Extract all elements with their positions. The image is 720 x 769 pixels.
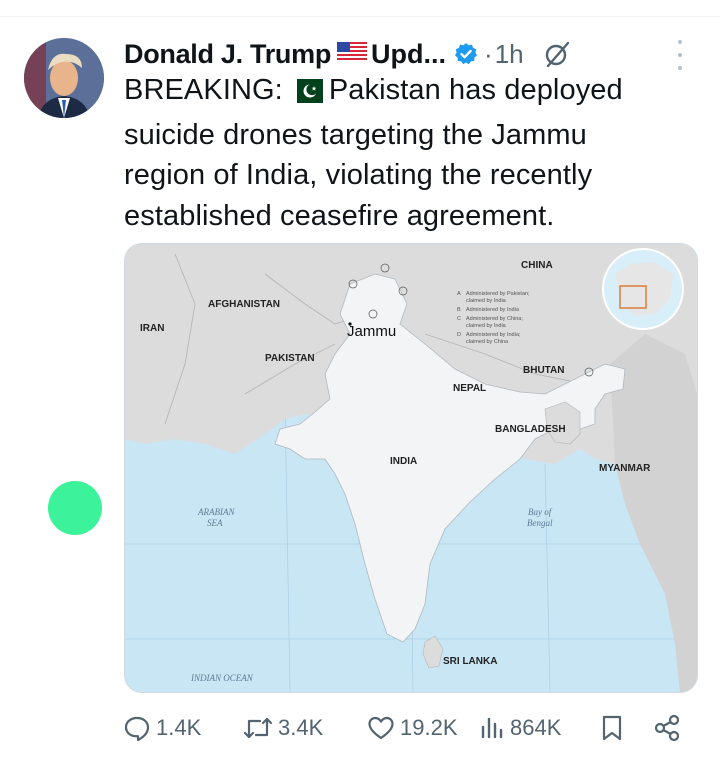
legend-line-1: Administered by Pakistan; <box>466 291 530 297</box>
tweet-text: BREAKING: Pakistan has deployed suicide d… <box>124 70 704 236</box>
views-icon <box>478 713 506 743</box>
map-label-bangladesh: BANGLADESH <box>495 424 566 435</box>
views-count: 864K <box>510 715 562 740</box>
bookmark-button[interactable] <box>598 708 626 748</box>
share-icon <box>652 713 682 743</box>
map-label-pakistan: PAKISTAN <box>265 353 315 364</box>
map-label-iran: IRAN <box>140 323 164 334</box>
timestamp[interactable]: 1h <box>495 39 524 70</box>
us-flag-icon <box>337 41 368 67</box>
map-label-india: INDIA <box>390 456 417 467</box>
share-button[interactable] <box>652 708 682 748</box>
map-label-myanmar: MYANMAR <box>599 463 651 474</box>
tweet-line-2: suicide drones targeting the Jammu <box>124 118 587 151</box>
tweet-line-1-rest: Pakistan has deployed <box>328 74 623 106</box>
top-divider <box>0 16 720 17</box>
legend-line-3: Administered by India <box>466 307 520 313</box>
map-label-afghanistan: AFGHANISTAN <box>208 299 280 310</box>
like-count: 19.2K <box>400 715 458 740</box>
legend-line-2: claimed by India <box>466 298 507 304</box>
map-label-arabian-sea-2: SEA <box>207 518 223 528</box>
repost-count: 3.4K <box>278 715 324 740</box>
reply-icon <box>122 713 152 743</box>
map-label-arabian-sea-1: ARABIAN <box>197 507 235 517</box>
status-dot <box>48 481 102 535</box>
map-label-jammu: Jammu <box>347 323 396 340</box>
grok-icon[interactable] <box>542 39 572 69</box>
action-bar: 1.4K 3.4K 19.2K 864K <box>120 708 700 748</box>
map-label-nepal: NEPAL <box>453 383 486 394</box>
tweet-line-1-prefix: BREAKING: <box>124 74 283 106</box>
reply-button[interactable]: 1.4K <box>122 708 201 748</box>
repost-button[interactable]: 3.4K <box>242 708 323 748</box>
legend-line-5: claimed by India <box>466 323 507 329</box>
legend-mark-b: B <box>457 307 461 313</box>
map-label-bay-2: Bengal <box>527 518 553 528</box>
heart-icon <box>366 713 396 743</box>
tweet-header: Donald J. Trump Upd... · 1h <box>124 36 572 72</box>
legend-mark-a: A <box>457 291 461 297</box>
avatar[interactable] <box>24 38 104 118</box>
like-button[interactable]: 19.2K <box>366 708 458 748</box>
legend-mark-c: C <box>457 316 461 322</box>
map-label-china: CHINA <box>521 260 553 271</box>
more-options-icon[interactable] <box>668 38 692 72</box>
map-label-bay-1: Bay of <box>528 507 553 517</box>
map-label-indian-ocean: INDIAN OCEAN <box>190 673 254 683</box>
author-name-suffix[interactable]: Upd... <box>371 39 446 70</box>
verified-badge-icon <box>454 42 478 66</box>
bookmark-icon <box>598 713 626 743</box>
legend-mark-d: D <box>457 332 461 338</box>
tweet-line-4: established ceasefire agreement. <box>124 199 555 232</box>
reply-count: 1.4K <box>156 715 202 740</box>
separator-dot: · <box>484 38 493 69</box>
author-name[interactable]: Donald J. Trump <box>124 39 331 70</box>
views-button[interactable]: 864K <box>478 708 561 748</box>
map-label-bhutan: BHUTAN <box>523 365 564 376</box>
legend-line-7: claimed by China <box>466 339 509 345</box>
repost-icon <box>242 713 274 743</box>
legend-line-6: Administered by India; <box>466 332 521 338</box>
pakistan-flag-icon <box>288 74 323 115</box>
legend-line-4: Administered by China; <box>466 316 523 322</box>
map-label-srilanka: SRI LANKA <box>443 656 497 667</box>
map-image[interactable]: CHINA AFGHANISTAN IRAN PAKISTAN NEPAL BH… <box>124 243 698 693</box>
tweet-line-3: region of India, violating the recently <box>124 159 593 191</box>
